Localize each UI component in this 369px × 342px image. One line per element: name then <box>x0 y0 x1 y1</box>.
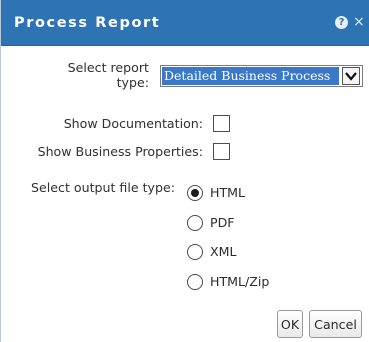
show-business-properties-checkbox[interactable] <box>213 143 230 160</box>
output-type-label: Select output file type: <box>31 180 175 195</box>
show-business-properties-label: Show Business Properties: <box>37 144 203 159</box>
report-type-select[interactable]: Detailed Business Process <box>160 65 363 87</box>
help-icon[interactable]: ? <box>335 16 348 29</box>
dialog-title: Process Report <box>14 15 161 31</box>
radio-html-label[interactable]: HTML <box>210 185 245 200</box>
report-type-label-line2: type: <box>116 75 149 90</box>
radio-pdf-label[interactable]: PDF <box>210 215 235 230</box>
report-type-label: Select report type: <box>68 60 149 90</box>
cancel-button[interactable]: Cancel <box>309 310 362 338</box>
report-type-selected-value: Detailed Business Process <box>162 67 339 85</box>
show-documentation-label: Show Documentation: <box>63 116 203 131</box>
process-report-dialog: Process Report ? × Select report type: D… <box>0 0 369 342</box>
ok-button[interactable]: OK <box>277 310 303 338</box>
radio-html-zip[interactable] <box>187 274 203 290</box>
radio-html-zip-label[interactable]: HTML/Zip <box>210 274 269 289</box>
chevron-down-icon <box>345 72 357 81</box>
select-dropdown-button[interactable] <box>342 67 360 85</box>
dialog-titlebar[interactable]: Process Report ? × <box>1 0 369 46</box>
show-documentation-checkbox[interactable] <box>213 115 230 132</box>
radio-xml-label[interactable]: XML <box>210 244 237 259</box>
radio-pdf[interactable] <box>187 215 203 231</box>
radio-xml[interactable] <box>187 244 203 260</box>
report-type-label-line1: Select report <box>67 60 149 75</box>
close-icon[interactable]: × <box>353 12 365 32</box>
radio-html[interactable] <box>187 185 203 201</box>
